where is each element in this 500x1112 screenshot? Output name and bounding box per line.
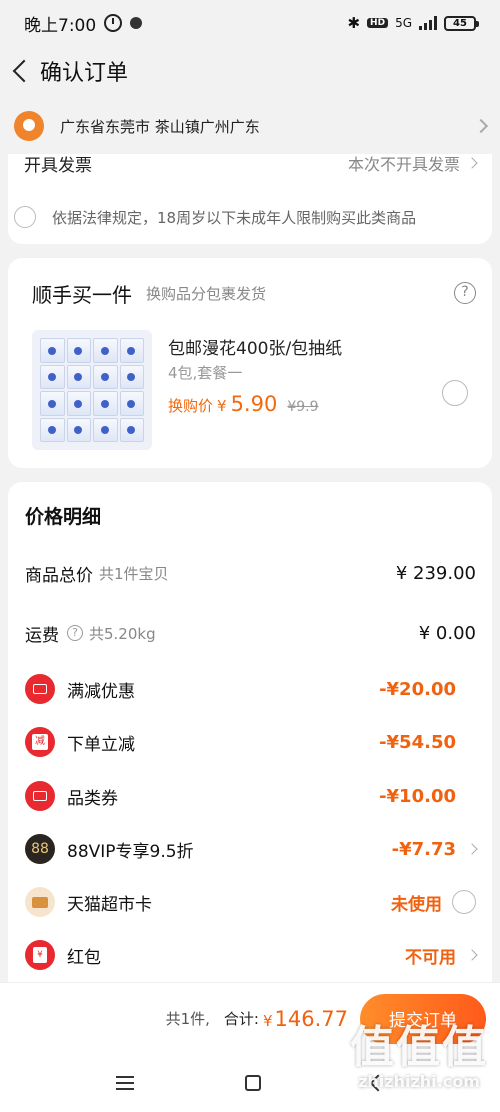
signal-icon (419, 16, 437, 30)
item-count: 共1件, (165, 1010, 210, 1028)
hd-icon: HD (367, 18, 389, 28)
chevron-right-icon (473, 118, 489, 134)
price-currency: ¥ (217, 397, 227, 415)
addon-card: 顺手买一件 换购品分包裹发货 ? 包邮漫花400张/包抽纸 4包,套餐一 换购价… (8, 258, 492, 468)
vip-discount-row[interactable]: 88 88VIP专享9.5折 -¥7.73 (25, 832, 478, 866)
instant-discount-icon: 减 (25, 727, 55, 757)
location-pin-icon (14, 111, 44, 141)
discount-row: 减 下单立减 -¥54.50 (25, 725, 476, 759)
menu-icon[interactable] (115, 1076, 134, 1090)
coupon-icon (25, 674, 55, 704)
goods-total-sub: 共1件宝贝 (99, 564, 169, 583)
price-detail-card: 价格明细 商品总价 共1件宝贝 ¥ 239.00 运费 ? 共5.20kg ¥ … (8, 482, 492, 982)
home-icon[interactable] (244, 1075, 261, 1091)
shipping-weight: 共5.20kg (89, 624, 156, 643)
status-bar: 晚上7:00 ✱ HD 5G 45 (0, 0, 500, 46)
goods-total-row: 商品总价 共1件宝贝 ¥ 239.00 (25, 556, 476, 590)
addon-title: 顺手买一件 (32, 282, 132, 307)
bluetooth-icon: ✱ (347, 14, 361, 32)
notification-dot-icon (130, 17, 143, 29)
discount-amount: -¥10.00 (379, 785, 456, 807)
age-notice-text: 依据法律规定，18周岁以下未成年人限制购买此类商品 (52, 208, 417, 227)
watermark: 值值值 zhizhizhi.com (350, 1022, 488, 1092)
invoice-value: 本次不开具发票 (347, 155, 460, 174)
discount-amount: -¥54.50 (379, 731, 456, 753)
network-type: 5G (395, 16, 412, 30)
red-packet-icon: ¥ (25, 940, 55, 970)
watermark-url: zhizhizhi.com (358, 1072, 480, 1091)
product-price: 换购价 ¥ 5.90 ¥9.9 (168, 392, 319, 416)
age-confirm-radio[interactable] (14, 206, 36, 228)
addon-select-radio[interactable] (442, 380, 468, 406)
discount-label: 满减优惠 (67, 681, 135, 702)
address-bar[interactable]: 广东省东莞市 茶山镇广州广东 (0, 98, 500, 154)
watermark-logo: 值值值 (350, 1022, 488, 1073)
product-spec: 4包,套餐一 (168, 364, 243, 382)
addon-subtitle: 换购品分包裹发货 (146, 284, 267, 303)
red-packet-label: 红包 (67, 947, 101, 968)
product-name[interactable]: 包邮漫花400张/包抽纸 (168, 334, 342, 359)
price-value: 5.90 (230, 392, 278, 416)
red-packet-row[interactable]: ¥ 红包 不可用 (25, 938, 478, 972)
status-time: 晚上7:00 (24, 15, 97, 36)
original-price: ¥9.9 (287, 399, 319, 415)
discount-label: 品类券 (67, 788, 118, 809)
tmall-card-radio[interactable] (452, 890, 476, 914)
tmall-card-label: 天猫超市卡 (67, 894, 152, 915)
address-text: 广东省东莞市 茶山镇广州广东 (60, 117, 260, 136)
invoice-label: 开具发票 (24, 155, 92, 176)
shipping-row: 运费 ? 共5.20kg ¥ 0.00 (25, 616, 476, 650)
coupon-icon (25, 781, 55, 811)
red-packet-status: 不可用 (405, 947, 456, 968)
question-icon[interactable]: ? (67, 625, 83, 641)
goods-total-amount: ¥ 239.00 (395, 562, 476, 584)
age-notice-row[interactable]: 依据法律规定，18周岁以下未成年人限制购买此类商品 (14, 202, 482, 232)
back-icon[interactable] (6, 51, 36, 91)
discount-amount: -¥20.00 (379, 678, 456, 700)
discount-row: 品类券 -¥10.00 (25, 779, 476, 813)
order-options-card: 开具发票 本次不开具发票 依据法律规定，18周岁以下未成年人限制购买此类商品 (8, 140, 492, 244)
vip-88-icon: 88 (25, 834, 55, 864)
credit-card-icon (25, 887, 55, 917)
shipping-amount: ¥ 0.00 (418, 622, 476, 644)
page-title: 确认订单 (40, 61, 129, 86)
nav-bar: 确认订单 (0, 46, 500, 96)
shipping-label: 运费 (25, 625, 59, 646)
discount-label: 88VIP专享9.5折 (67, 841, 194, 862)
price-detail-title: 价格明细 (25, 506, 102, 528)
invoice-row[interactable]: 开具发票 本次不开具发票 (24, 152, 478, 176)
alarm-icon (104, 14, 123, 32)
tmall-card-row[interactable]: 天猫超市卡 未使用 (25, 885, 476, 919)
price-label: 换购价 (168, 397, 214, 415)
discount-row: 满减优惠 -¥20.00 (25, 672, 476, 706)
battery-icon: 45 (444, 15, 479, 31)
goods-total-label: 商品总价 (25, 565, 93, 586)
discount-label: 下单立减 (67, 734, 135, 755)
chevron-right-icon (466, 157, 478, 169)
total-label: 合计: (223, 1010, 259, 1028)
product-image[interactable] (32, 330, 152, 450)
help-icon[interactable]: ? (454, 282, 476, 304)
total-amount: ¥ 146.77 (262, 1006, 348, 1031)
chevron-right-icon (466, 843, 478, 855)
discount-amount: -¥7.73 (391, 838, 456, 860)
chevron-right-icon (466, 949, 478, 961)
tmall-card-status: 未使用 (391, 894, 442, 915)
